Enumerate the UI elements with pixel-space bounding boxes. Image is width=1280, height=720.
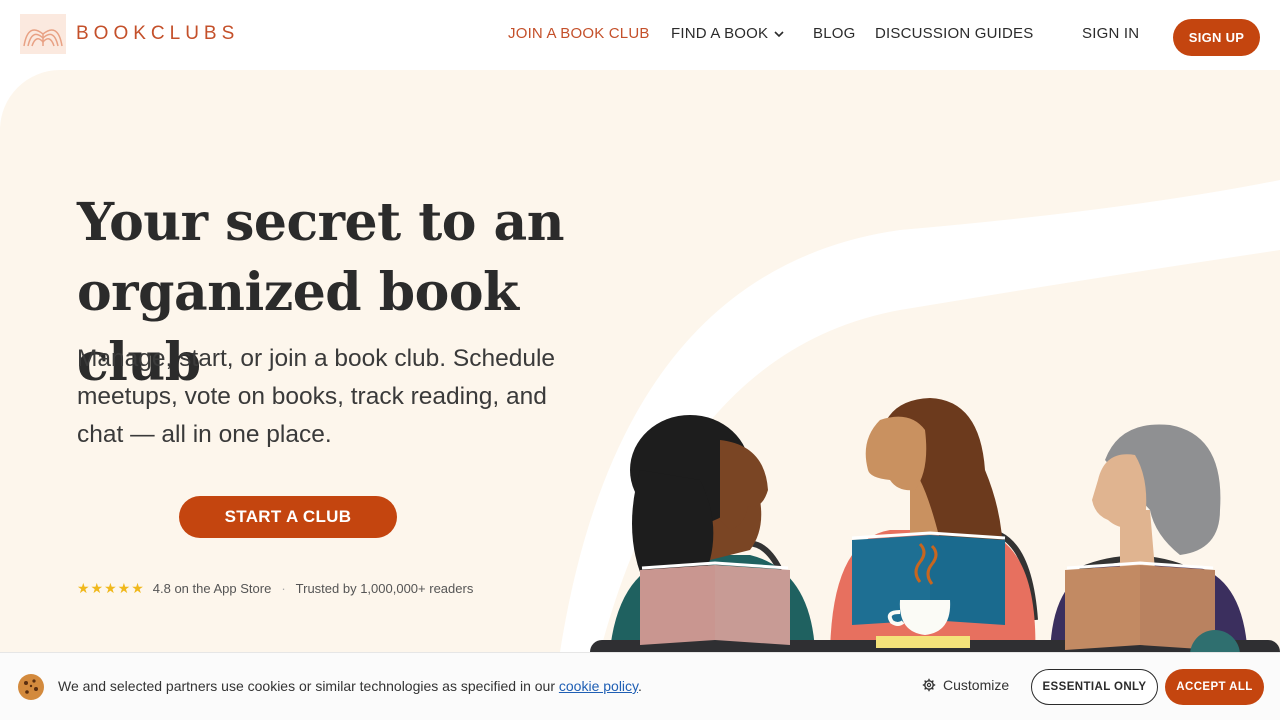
headline-line-1: Your secret to an bbox=[77, 192, 565, 253]
nav-join-book-club[interactable]: JOIN A BOOK CLUB bbox=[508, 25, 650, 42]
sign-in-link[interactable]: SIGN IN bbox=[1082, 25, 1139, 42]
app-store-rating: 4.8 on the App Store bbox=[152, 581, 272, 596]
customize-button[interactable]: Customize bbox=[922, 677, 1009, 693]
chevron-down-icon bbox=[774, 30, 784, 37]
site-header: BOOKCLUBS JOIN A BOOK CLUB FIND A BOOK B… bbox=[0, 0, 1280, 70]
hero-section: Your secret to an organized book club Ma… bbox=[0, 70, 1280, 652]
nav-discussion-guides[interactable]: DISCUSSION GUIDES bbox=[875, 25, 1033, 42]
start-a-club-button[interactable]: START A CLUB bbox=[179, 496, 397, 538]
logo-text: BOOKCLUBS bbox=[76, 23, 240, 44]
hero-subtext: Manage, start, or join a book club. Sche… bbox=[77, 345, 556, 448]
readers-illustration bbox=[590, 398, 1280, 652]
rating-row: ★★★★★ 4.8 on the App Store · Trusted by … bbox=[77, 580, 473, 597]
nav-blog[interactable]: BLOG bbox=[813, 25, 855, 42]
separator-dot: · bbox=[281, 581, 286, 596]
gear-icon bbox=[922, 678, 936, 692]
cookie-policy-link[interactable]: cookie policy bbox=[559, 678, 638, 694]
logo[interactable]: BOOKCLUBS bbox=[18, 12, 239, 56]
nav-find-book-label: FIND A BOOK bbox=[671, 25, 769, 42]
customize-label: Customize bbox=[943, 677, 1010, 693]
nav-find-book[interactable]: FIND A BOOK bbox=[671, 25, 784, 42]
cookie-message: We and selected partners use cookies or … bbox=[58, 678, 642, 694]
star-rating-icon: ★★★★★ bbox=[77, 580, 145, 596]
accept-all-button[interactable]: ACCEPT ALL bbox=[1165, 669, 1264, 705]
sign-up-button[interactable]: SIGN UP bbox=[1173, 19, 1260, 56]
essential-only-button[interactable]: ESSENTIAL ONLY bbox=[1031, 669, 1158, 705]
cookie-period: . bbox=[638, 678, 642, 694]
cookie-message-text: We and selected partners use cookies or … bbox=[58, 678, 555, 694]
trusted-readers: Trusted by 1,000,000+ readers bbox=[295, 581, 474, 596]
cookie-banner: We and selected partners use cookies or … bbox=[0, 652, 1280, 720]
cookie-icon bbox=[18, 674, 44, 700]
logo-mark-icon bbox=[20, 14, 66, 54]
